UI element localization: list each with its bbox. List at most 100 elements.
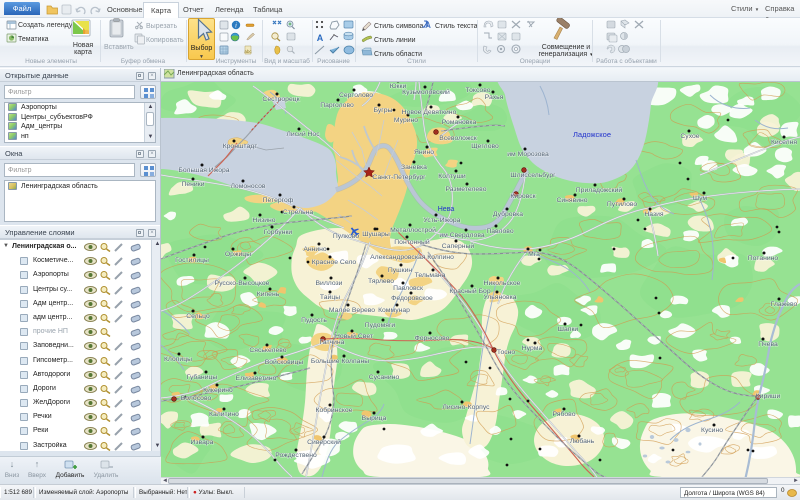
svg-text:Большая Ижора: Большая Ижора [178,167,229,174]
svg-text:Кузьмоловский: Кузьмоловский [402,88,450,96]
svg-text:Рахья: Рахья [485,94,504,101]
svg-text:Федоровское: Федоровское [391,295,433,302]
svg-text:Красное Село: Красное Село [312,259,357,266]
svg-text:Кобринское: Кобринское [316,406,353,414]
svg-text:Павлово: Павлово [486,228,513,235]
svg-text:Кировск: Кировск [510,193,535,200]
svg-text:Токсово: Токсово [465,87,490,94]
svg-text:Рождествено: Рождествено [275,452,317,459]
svg-text:Мурино: Мурино [394,117,418,124]
svg-text:Шум: Шум [693,195,708,202]
svg-text:Кипень: Кипень [257,291,280,298]
svg-text:Ульяновка: Ульяновка [483,294,516,301]
svg-text:Никольское: Никольское [484,280,521,287]
svg-text:Разметелево: Разметелево [445,186,486,193]
svg-text:Шушары: Шушары [362,231,390,238]
svg-text:Парголово: Парголово [320,102,354,109]
svg-text:Пушкин: Пушкин [388,267,413,274]
svg-text:Металлострой: Металлострой [390,226,436,234]
svg-text:Тосно: Тосно [497,349,516,356]
svg-text:Кириши: Кириши [756,393,781,400]
svg-text:им Свердлова: им Свердлова [439,232,485,239]
svg-text:Кронштадт: Кронштадт [223,143,258,150]
svg-text:Колтуши: Колтуши [438,173,466,180]
svg-text:Александровская Колпино: Александровская Колпино [370,254,454,261]
svg-text:Кусино: Кусино [701,427,723,434]
svg-text:Всеволожск: Всеволожск [439,135,477,142]
svg-text:Пчева: Пчева [758,341,778,348]
svg-text:Нурма: Нурма [522,345,543,352]
svg-text:им Морозова: им Морозова [507,151,549,158]
svg-text:Мга: Мга [528,251,540,258]
svg-text:Русско-Высоцкое: Русско-Высоцкое [215,280,270,287]
svg-text:Извара: Извара [191,439,214,446]
svg-text:Петергоф: Петергоф [263,197,294,204]
svg-text:Нева: Нева [438,206,455,213]
svg-text:Сухое: Сухое [680,133,699,140]
svg-text:Романовка: Романовка [442,119,477,126]
svg-text:Глажево: Глажево [771,301,798,308]
svg-text:Форносово: Форносово [415,335,450,342]
svg-text:Оржицы: Оржицы [225,251,251,258]
svg-text:Новое Девяткино: Новое Девяткино [402,109,457,116]
svg-text:Калитино: Калитино [209,411,239,418]
svg-text:Гатчина: Гатчина [320,339,345,346]
svg-text:Пудость: Пудость [301,317,327,324]
svg-text:Тярлево: Тярлево [368,278,394,285]
svg-text:Гостилицы: Гостилицы [175,257,209,264]
svg-text:Ломоносов: Ломоносов [230,183,265,190]
svg-text:Саперный: Саперный [442,242,475,250]
svg-text:Пудомяги: Пудомяги [365,322,396,329]
svg-text:Пулково: Пулково [333,233,359,240]
svg-text:Стрельна: Стрельна [283,209,314,216]
svg-text:Павловск: Павловск [393,285,423,292]
svg-text:Сельцо: Сельцо [186,313,210,320]
svg-text:Елизаветино: Елизаветино [236,375,277,382]
svg-text:Клопицы: Клопицы [164,356,192,363]
svg-text:Киселня: Киселня [771,139,797,146]
svg-text:Вырица: Вырица [362,415,387,422]
svg-text:Губаницы: Губаницы [187,373,218,381]
svg-text:Низино: Низино [252,217,275,224]
svg-text:Войсковицы: Войсковицы [265,358,304,366]
svg-text:Волосово: Волосово [181,395,212,402]
svg-text:Сертолово: Сертолово [339,92,373,99]
svg-text:Бугры: Бугры [374,107,393,114]
svg-text:abc: abc [244,49,252,54]
svg-text:Сяськелево: Сяськелево [249,347,286,354]
svg-text:Дубровка: Дубровка [493,210,523,218]
svg-text:Рябово: Рябово [553,410,576,418]
svg-text:Большие Колпаны: Большие Колпаны [311,358,369,365]
svg-text:Сестрорецк: Сестрорецк [262,96,299,103]
svg-text:Тельмана: Тельмана [415,272,446,279]
svg-text:Тайцы: Тайцы [320,293,340,301]
svg-text:Путилово: Путилово [607,201,638,208]
svg-text:Пеники: Пеники [182,181,205,188]
svg-text:Любань: Любань [570,437,595,445]
svg-text:Щеглово: Щеглово [471,143,499,150]
svg-text:Аннино: Аннино [303,246,327,253]
svg-text:Санкт-Петербург: Санкт-Петербург [372,173,426,181]
svg-text:Кикерино: Кикерино [203,387,233,394]
svg-text:i: i [235,22,237,30]
svg-text:Лисино-Корпус: Лисино-Корпус [442,404,490,411]
svg-text:Приладожский: Приладожский [576,186,623,194]
svg-text:Заневка: Заневка [401,164,427,171]
svg-text:A: A [425,21,431,30]
svg-text:A: A [317,33,324,43]
svg-text:Малое Верево: Малое Верево [329,307,375,314]
svg-text:Лисий Нос: Лисий Нос [286,130,320,138]
svg-text:Ладожское: Ладожское [573,130,611,139]
svg-text:Сиверский: Сиверский [307,438,341,446]
svg-text:Янино: Янино [414,149,434,156]
svg-text:Шлиссельбург: Шлиссельбург [510,171,556,179]
svg-text:Потанино: Потанино [748,255,779,262]
svg-text:Горбунки: Горбунки [264,228,293,236]
svg-text:Шапки: Шапки [558,326,579,333]
svg-text:Синявино: Синявино [556,197,587,204]
svg-text:Виллози: Виллози [316,280,343,287]
svg-text:Сусанино: Сусанино [369,374,400,381]
svg-text:Понтонный: Понтонный [394,238,430,246]
svg-text:Усть-Ижора: Усть-Ижора [424,217,461,224]
svg-text:Назия: Назия [644,211,664,218]
